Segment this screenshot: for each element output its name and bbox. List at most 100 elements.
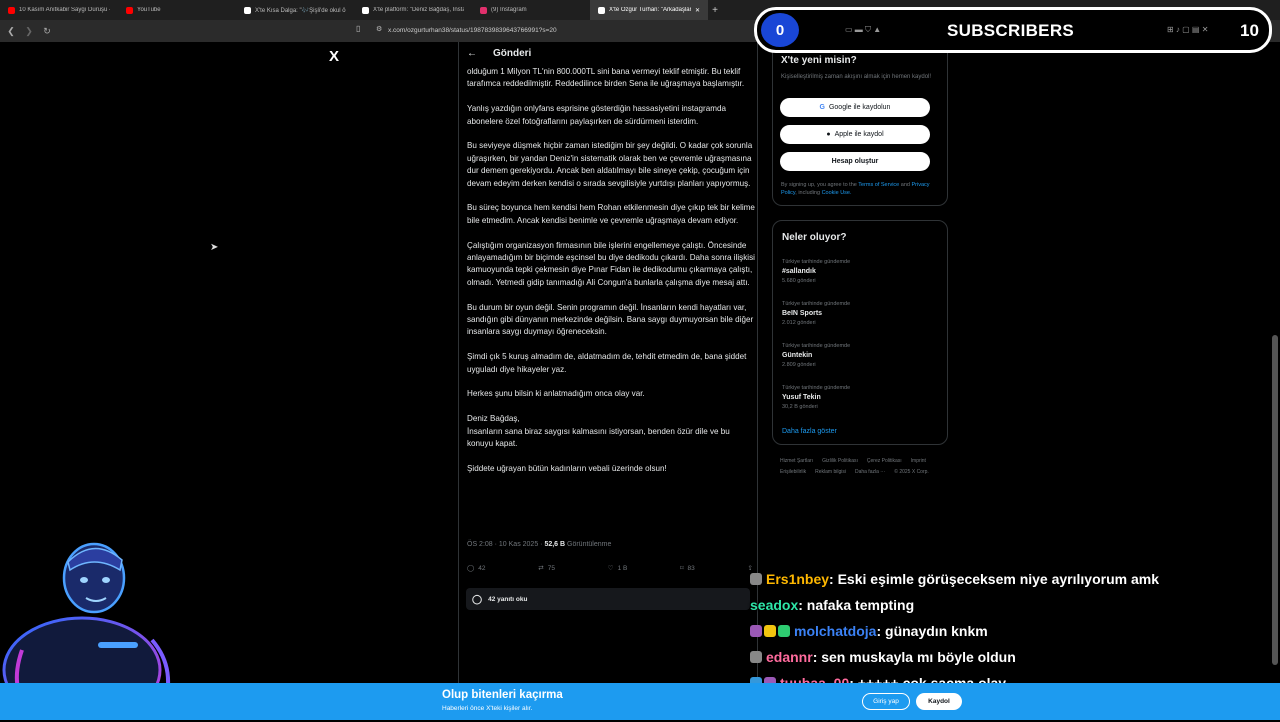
bookmark-icon[interactable]: ▯ xyxy=(356,24,360,33)
browser-tab[interactable]: YouTube xyxy=(118,0,236,20)
footer-link[interactable]: © 2025 X Corp. xyxy=(894,467,929,478)
google-signup-button[interactable]: G Google ile kaydolun xyxy=(780,98,930,117)
trend-name: #sallandık xyxy=(782,268,816,275)
browser-tab[interactable]: (9) Instagram xyxy=(472,0,590,20)
read-replies-button[interactable]: ◯ 42 yanıtı oku xyxy=(466,588,750,610)
banner-signup-button[interactable]: Kaydol xyxy=(916,693,962,710)
trend-context: Türkiye tarihinde gündemde xyxy=(782,343,851,349)
chat-username: seadox xyxy=(750,597,799,613)
subscriber-label: SUBSCRIBERS xyxy=(947,21,1075,40)
create-account-button[interactable]: Hesap oluştur xyxy=(780,152,930,171)
browser-tab[interactable]: X'te Kısa Dalga: "🎶Şişli'de okul önün xyxy=(236,0,354,20)
post-paragraph: olduğum 1 Milyon TL'nin 800.000TL sini b… xyxy=(467,67,745,89)
post-paragraph: Bu süreç boyunca hem kendisi hem Rohan e… xyxy=(467,203,755,225)
post-paragraph: Çalıştığım organizasyon firmasının bile … xyxy=(467,240,755,287)
comment-bubble-icon: ◯ xyxy=(472,593,483,604)
new-tab-button[interactable]: + xyxy=(708,5,722,16)
legal-prefix: By signing up, you agree to the xyxy=(781,182,859,188)
apple-icon: ● xyxy=(826,131,831,138)
chat-badges xyxy=(750,573,762,585)
apple-signup-button[interactable]: ● Apple ile kaydol xyxy=(780,125,930,144)
post-paragraph: Şimdi çık 5 kuruş almadım de, aldatmadım… xyxy=(467,352,747,374)
trend-item[interactable]: Türkiye tarihinde gündemde Güntekin 2.809 … xyxy=(782,343,932,368)
reply-button[interactable]: ◯ 42 xyxy=(467,564,486,573)
tab-favicon-icon xyxy=(244,6,251,14)
signup-card: X'te yeni misin? Kişiselleştirilmiş zama… xyxy=(772,42,948,206)
browser-tab[interactable]: 10 Kasım Anıtkabir Saygı Duruşu - Yo xyxy=(0,0,118,20)
trend-context: Türkiye tarihinde gündemde xyxy=(782,385,851,391)
footer-link[interactable]: Reklam bilgisi xyxy=(815,467,846,478)
bookmark-button[interactable]: ⌑ 83 xyxy=(680,564,695,573)
like-button[interactable]: ♡ 1 B xyxy=(607,564,628,573)
tab-label: X'te Kısa Dalga: "🎶Şişli'de okul önün xyxy=(255,7,346,14)
chat-text: : sen muskayla mı böyle oldun xyxy=(812,649,1016,665)
x-logo[interactable]: X xyxy=(329,48,339,65)
tab-label: YouTube xyxy=(137,7,161,13)
post-text: olduğum 1 Milyon TL'nin 800.000TL sini b… xyxy=(467,66,755,488)
tab-favicon-icon xyxy=(126,6,133,14)
site-info-icon[interactable]: ⚙ xyxy=(376,25,382,33)
trends-card: Neler oluyor? Türkiye tarihinde gündemde… xyxy=(772,220,948,445)
page-scrollbar[interactable] xyxy=(1272,335,1278,665)
trend-count: 30,2 B gönderi xyxy=(782,404,818,410)
tab-favicon-icon xyxy=(362,6,369,14)
footer-link[interactable]: Hizmet Şartları xyxy=(780,456,813,467)
trend-count: 5.680 gönderi xyxy=(782,278,816,284)
trend-item[interactable]: Türkiye tarihinde gündemde #sallandık 5.68… xyxy=(782,259,932,284)
footer-link[interactable]: Imprint xyxy=(911,456,926,467)
chat-badge-icon xyxy=(778,625,790,637)
forward-icon[interactable]: ❯ xyxy=(22,24,36,38)
trend-name: Güntekin xyxy=(782,352,813,359)
overlay-window-icon: ▭ ▬ ⛉ ▲ xyxy=(845,25,882,34)
repost-icon: ⇄ xyxy=(538,565,544,572)
bookmark-post-icon: ⌑ xyxy=(680,565,684,572)
tab-label: X'te platform: "Deniz Bağdaş, Instagr xyxy=(373,7,464,13)
chat-message: molchatdoja : günaydın knkm xyxy=(750,618,1280,644)
repost-count: 75 xyxy=(547,564,555,572)
banner-login-button[interactable]: Giriş yap xyxy=(862,693,910,710)
trend-name: BeIN Sports xyxy=(782,310,823,317)
signup-title: X'te yeni misin? xyxy=(781,55,857,66)
footer-link[interactable]: Gizlilik Politikası xyxy=(822,456,858,467)
post-paragraph: Şiddete uğrayan bütün kadınların vebali … xyxy=(467,463,667,473)
trend-item[interactable]: Türkiye tarihinde gündemde BeIN Sports 2.0… xyxy=(782,301,932,326)
trend-name: Yusuf Tekin xyxy=(782,394,821,401)
post-paragraph: Bu durum bir oyun değil. Senin programın… xyxy=(467,302,754,337)
trend-count: 2.012 gönderi xyxy=(782,320,816,326)
reply-icon: ◯ xyxy=(467,565,475,572)
chat-message: edannr : sen muskayla mı böyle oldun xyxy=(750,644,1280,670)
post-timestamp: ÖS 2:08 · 10 Kas 2025 · 52,6 B Görüntüle… xyxy=(467,541,611,548)
browser-tab[interactable]: X'te Özgür Turhan: "Arkadaşlar ✕ xyxy=(590,0,708,20)
browser-tab[interactable]: X'te platform: "Deniz Bağdaş, Instagr xyxy=(354,0,472,20)
back-arrow-icon[interactable]: ← xyxy=(467,48,477,59)
show-more-trends-link[interactable]: Daha fazla göster xyxy=(782,428,837,435)
tab-label: X'te Özgür Turhan: "Arkadaşlar xyxy=(609,7,691,13)
repost-button[interactable]: ⇄ 75 xyxy=(538,564,555,573)
trend-count: 2.809 gönderi xyxy=(782,362,816,368)
footer-link[interactable]: Çerez Politikası xyxy=(867,456,902,467)
heart-icon: ♡ xyxy=(607,565,614,572)
post-actions: ◯ 42 ⇄ 75 ♡ 1 B ⌑ 83 ⇪ xyxy=(467,564,753,573)
read-replies-label: 42 yanıtı oku xyxy=(488,595,528,603)
post-column: ← Gönderi olduğum 1 Milyon TL'nin 800.00… xyxy=(458,42,758,720)
overlay-toolbar-icon: ⊞ ♪ ▢ ▤ ✕ xyxy=(1167,25,1209,34)
footer-link[interactable]: Daha fazla ··· xyxy=(855,467,885,478)
post-time[interactable]: ÖS 2:08 · 10 Kas 2025 · xyxy=(467,541,544,548)
back-icon[interactable]: ❮ xyxy=(4,24,18,38)
chat-text: : nafaka tempting xyxy=(798,597,915,613)
terms-link[interactable]: Terms of Service xyxy=(858,182,899,188)
chat-message: seadox : nafaka tempting xyxy=(750,592,1280,618)
bookmark-count: 83 xyxy=(687,564,695,572)
post-views-label: Görüntülenme xyxy=(565,541,612,548)
close-tab-icon[interactable]: ✕ xyxy=(695,7,700,14)
chat-badges xyxy=(750,651,762,663)
cookie-link[interactable]: Cookie Use. xyxy=(822,190,852,196)
banner-subtitle: Haberleri önce X'teki kişiler alır. xyxy=(442,705,533,712)
post-paragraph: Deniz Bağdaş, İnsanların sana biraz sayg… xyxy=(467,414,730,449)
reload-icon[interactable]: ↻ xyxy=(40,24,54,38)
trend-item[interactable]: Türkiye tarihinde gündemde Yusuf Tekin 30,… xyxy=(782,385,932,410)
footer-link[interactable]: Erişilebilirlik xyxy=(780,467,806,478)
post-header-title: Gönderi xyxy=(493,48,532,59)
subscriber-count: 0 xyxy=(761,13,799,47)
url-field[interactable]: x.com/ozgurturhan38/status/1987839839643… xyxy=(370,24,752,38)
